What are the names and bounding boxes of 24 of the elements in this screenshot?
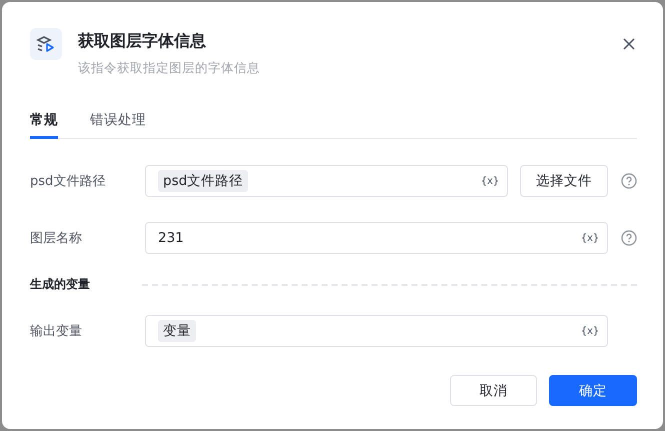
input-field[interactable]: 变量 {x}: [145, 315, 608, 347]
ok-button[interactable]: 确定: [549, 375, 637, 406]
field-label: 图层名称: [30, 230, 83, 247]
dialog-title: 获取图层字体信息: [78, 31, 207, 52]
variable-tag: 变量: [158, 320, 196, 342]
layers-icon: [30, 28, 62, 60]
field-value: 231: [158, 230, 184, 246]
variable-tag: psd文件路径: [158, 170, 248, 192]
field-label: psd文件路径: [30, 173, 106, 190]
variable-insert-button[interactable]: {x}: [580, 232, 599, 244]
tab[interactable]: 错误处理: [90, 111, 146, 139]
variable-insert-button[interactable]: {x}: [580, 326, 599, 336]
input-field[interactable]: psd文件路径 {x}: [145, 165, 508, 197]
cancel-button[interactable]: 取消: [450, 375, 537, 406]
close-icon[interactable]: [621, 36, 637, 52]
field-label: 输出变量: [30, 323, 83, 340]
help-icon[interactable]: [621, 230, 637, 246]
variable-insert-button[interactable]: {x}: [480, 176, 499, 186]
input-field[interactable]: 231 {x}: [145, 222, 608, 254]
help-icon[interactable]: [621, 173, 637, 189]
section-title: 生成的变量: [30, 276, 91, 293]
dialog-subtitle: 该指令获取指定图层的字体信息: [78, 60, 261, 77]
tab[interactable]: 常规: [30, 111, 58, 139]
choose-file-button[interactable]: 选择文件: [520, 165, 608, 197]
